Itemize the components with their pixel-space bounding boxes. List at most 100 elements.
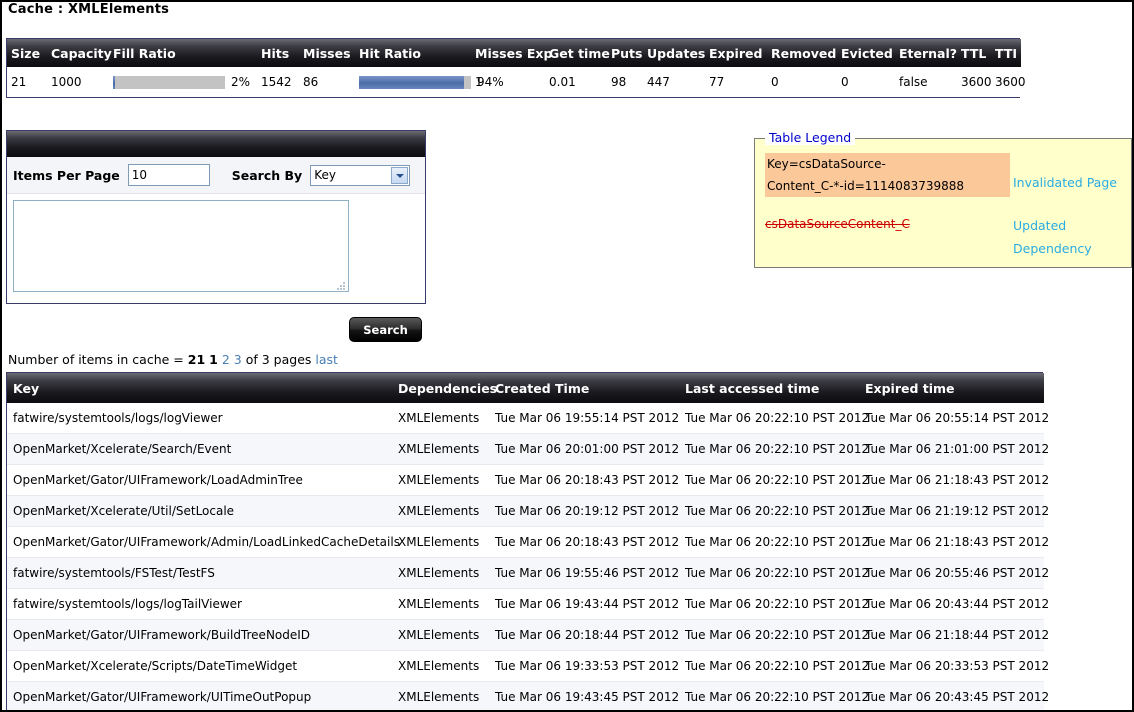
stats-col-hit-ratio: Hit Ratio [359, 45, 421, 61]
results-header-row: Key Dependencies Created Time Last acces… [7, 373, 1044, 403]
stats-col-puts: Puts [611, 45, 643, 61]
cache-last-accessed-time: Tue Mar 06 20:22:10 PST 2012 [679, 464, 869, 496]
table-row[interactable]: OpenMarket/Xcelerate/Scripts/DateTimeWid… [7, 650, 1049, 682]
stats-col-misses: Misses [303, 45, 351, 61]
stats-value-tti: 3600 [991, 67, 1026, 97]
cache-key: OpenMarket/Gator/UIFramework/Admin/LoadL… [7, 526, 400, 558]
stats-value-misses: 86 [299, 67, 355, 97]
stats-value-eternal: false [895, 67, 957, 97]
cache-last-accessed-time: Tue Mar 06 20:22:10 PST 2012 [679, 681, 869, 710]
cache-expired-time: Tue Mar 06 20:33:53 PST 2012 [859, 650, 1049, 682]
table-row[interactable]: fatwire/systemtools/logs/logTailViewer XM… [7, 588, 1049, 620]
legend-label-updated: Updated [1013, 218, 1067, 233]
legend-label-dependency: Dependency [1013, 241, 1092, 256]
cache-dependencies: XMLElements [392, 526, 489, 558]
items-per-page-input[interactable] [127, 164, 210, 186]
results-body: fatwire/systemtools/logs/logViewer XMLEle… [7, 403, 1049, 710]
table-row[interactable]: OpenMarket/Gator/UIFramework/Admin/LoadL… [7, 526, 1049, 558]
cache-last-accessed-time: Tue Mar 06 20:22:10 PST 2012 [679, 403, 869, 434]
pager-of-text: of 3 pages [245, 352, 312, 367]
cache-statistics-table: Size Capacity Fill Ratio Hits Misses Hit… [6, 38, 1026, 98]
search-by-select-wrapper: Key [310, 164, 411, 186]
cache-expired-time: Tue Mar 06 21:18:43 PST 2012 [859, 464, 1049, 496]
legend-sample-invalidated-line1: Key=csDataSource- [765, 153, 1010, 175]
stats-value-removed: 0 [767, 67, 837, 97]
results-col-key[interactable]: Key [7, 373, 392, 403]
items-per-page-label: Items Per Page [13, 167, 120, 183]
search-controls-row: Items Per Page Search By Key [7, 157, 425, 194]
cache-dependencies: XMLElements [392, 650, 489, 682]
search-panel: Items Per Page Search By Key [6, 130, 426, 304]
stats-value-hit-ratio: 94% [355, 67, 504, 97]
stats-col-updates: Updates [647, 45, 706, 61]
cache-expired-time: Tue Mar 06 21:01:00 PST 2012 [859, 433, 1049, 465]
legend-label-invalidated-page: Invalidated Page [1013, 175, 1117, 190]
pager-prefix: Number of items in cache = [8, 352, 184, 367]
search-query-row [7, 194, 425, 303]
stats-col-get-time: Get time [549, 45, 610, 61]
table-row[interactable]: OpenMarket/Gator/UIFramework/UITimeOutPo… [7, 681, 1049, 710]
legend-sample-invalidated-line2: Content_C-*-id=1114083739888 [765, 175, 1010, 197]
cache-key: fatwire/systemtools/logs/logViewer [7, 403, 392, 434]
stats-value-updates: 447 [643, 67, 705, 97]
cache-key: OpenMarket/Xcelerate/Util/SetLocale [7, 495, 392, 527]
pagination-summary: Number of items in cache = 21 1 2 3 of 3… [8, 352, 338, 367]
legend-samples: Key=csDataSource- Content_C-*-id=1114083… [765, 153, 1015, 231]
cache-key: OpenMarket/Gator/UIFramework/BuildTreeNo… [7, 619, 392, 651]
cache-created-time: Tue Mar 06 20:18:43 PST 2012 [489, 464, 679, 496]
results-col-expired-time[interactable]: Expired time [859, 373, 1044, 403]
table-row[interactable]: OpenMarket/Xcelerate/Search/Event XMLElem… [7, 433, 1049, 465]
cache-key: OpenMarket/Gator/UIFramework/UITimeOutPo… [7, 681, 392, 710]
cache-created-time: Tue Mar 06 19:33:53 PST 2012 [489, 650, 679, 682]
cache-entries-table: Key Dependencies Created Time Last acces… [6, 372, 1049, 710]
results-col-last-accessed-time[interactable]: Last accessed time [679, 373, 859, 403]
stats-col-hits: Hits [261, 45, 290, 61]
cache-created-time: Tue Mar 06 20:18:43 PST 2012 [489, 526, 679, 558]
stats-col-fill-ratio: Fill Ratio [113, 45, 176, 61]
pager-page-2[interactable]: 2 [222, 352, 230, 367]
stats-value-misses-exp: 1 [471, 67, 545, 97]
pager-page-3[interactable]: 3 [234, 352, 242, 367]
stats-col-eternal: Eternal? [899, 45, 958, 61]
table-row[interactable]: OpenMarket/Gator/UIFramework/BuildTreeNo… [7, 619, 1049, 651]
stats-col-expired: Expired [709, 45, 763, 61]
table-row[interactable]: OpenMarket/Xcelerate/Util/SetLocale XMLEl… [7, 495, 1049, 527]
stats-col-size: Size [11, 45, 41, 61]
fill-ratio-percent: 2% [231, 75, 251, 90]
stats-col-evicted: Evicted [841, 45, 893, 61]
table-row[interactable]: fatwire/systemtools/logs/logViewer XMLEle… [7, 403, 1049, 434]
legend-labels: Invalidated Page Updated Dependency [1013, 153, 1123, 256]
stats-data-row: 21 1000 2% 1542 86 94% 1 0.01 98 447 77 … [7, 67, 1026, 97]
cache-key: OpenMarket/Xcelerate/Scripts/DateTimeWid… [7, 650, 392, 682]
cache-expired-time: Tue Mar 06 21:19:12 PST 2012 [859, 495, 1049, 527]
stats-col-tti: TTI [995, 45, 1017, 61]
cache-dependencies: XMLElements [392, 619, 489, 651]
results-col-created-time[interactable]: Created Time [489, 373, 679, 403]
cache-expired-time: Tue Mar 06 20:55:14 PST 2012 [859, 403, 1049, 434]
cache-expired-time: Tue Mar 06 21:18:44 PST 2012 [859, 619, 1049, 651]
search-panel-header [7, 131, 425, 157]
pager-last-link[interactable]: last [315, 352, 338, 367]
results-col-dependencies[interactable]: Dependencies [392, 373, 497, 403]
search-by-select[interactable]: Key [310, 164, 411, 186]
cache-created-time: Tue Mar 06 20:18:44 PST 2012 [489, 619, 679, 651]
search-button[interactable]: Search [349, 317, 422, 342]
cache-last-accessed-time: Tue Mar 06 20:22:10 PST 2012 [679, 619, 869, 651]
table-legend: Table Legend Key=csDataSource- Content_C… [754, 130, 1132, 268]
cache-expired-time: Tue Mar 06 20:43:45 PST 2012 [859, 681, 1049, 710]
cache-created-time: Tue Mar 06 20:19:12 PST 2012 [489, 495, 679, 527]
stats-col-ttl: TTL [961, 45, 987, 61]
cache-last-accessed-time: Tue Mar 06 20:22:10 PST 2012 [679, 433, 869, 465]
table-row[interactable]: OpenMarket/Gator/UIFramework/LoadAdminTr… [7, 464, 1049, 496]
stats-value-get-time: 0.01 [545, 67, 607, 97]
stats-value-puts: 98 [607, 67, 643, 97]
cache-details-page: Cache : XMLElements Size Capacity Fill R… [0, 0, 1134, 712]
search-query-textarea[interactable] [13, 200, 349, 292]
cache-created-time: Tue Mar 06 20:01:00 PST 2012 [489, 433, 679, 465]
cache-key: fatwire/systemtools/FSTest/TestFS [7, 557, 392, 589]
stats-value-expired: 77 [705, 67, 767, 97]
table-row[interactable]: fatwire/systemtools/FSTest/TestFS XMLElem… [7, 557, 1049, 589]
stats-col-capacity: Capacity [51, 45, 112, 61]
stats-value-size: 21 [7, 67, 47, 97]
cache-dependencies: XMLElements [392, 557, 489, 589]
